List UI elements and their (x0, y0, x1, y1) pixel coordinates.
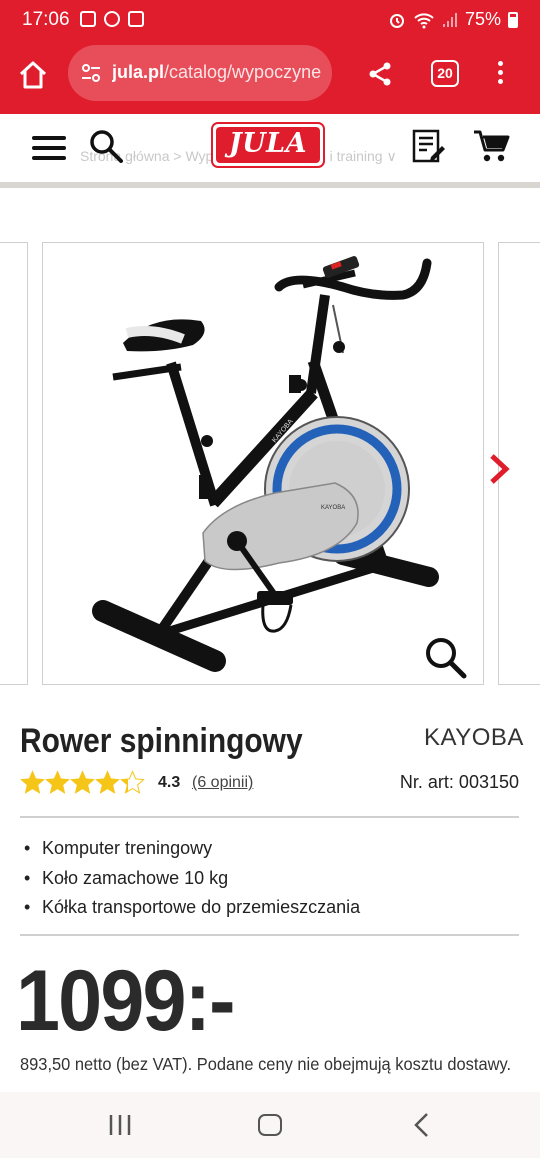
status-right: 75% (388, 9, 518, 30)
gallery-prev-frame[interactable] (0, 242, 28, 685)
star-full-icon (70, 770, 95, 794)
zoom-icon[interactable] (423, 635, 467, 679)
header-divider (0, 182, 540, 188)
star-full-icon (20, 770, 45, 794)
menu-icon[interactable] (32, 136, 66, 160)
feature-item: Koło zamachowe 10 kg (24, 864, 360, 894)
price-netto-note: 893,50 netto (bez VAT). Podane ceny nie … (20, 1054, 512, 1074)
alarm-icon (389, 13, 404, 28)
star-full-icon (45, 770, 70, 794)
tabs-icon[interactable]: 20 (431, 60, 459, 87)
wifi-icon (414, 12, 434, 28)
more-vert-icon[interactable] (490, 58, 510, 90)
status-time: 17:06 (22, 9, 70, 30)
back-icon[interactable] (412, 1112, 432, 1138)
star-full-icon (95, 770, 120, 794)
rating-value: 4.3 (158, 774, 181, 791)
logo-text: JULA (216, 127, 320, 163)
home-nav-icon[interactable] (258, 1114, 282, 1136)
product-title: Rower spinningowy (20, 722, 303, 760)
url-bar[interactable]: jula.pl/catalog/wypoczyne (68, 45, 332, 101)
price: 1099:- (16, 953, 236, 1049)
signal-icon (442, 12, 457, 27)
recent-apps-icon[interactable] (108, 1114, 132, 1136)
system-nav-bar (0, 1092, 540, 1158)
image-icon (128, 11, 144, 27)
guard-brand-text: KAYOBA (321, 505, 345, 511)
app-root: 17:06 75% jula.pl/catalog/wypoczyne 20 S… (0, 0, 540, 1158)
brand-logo[interactable]: KAYOBA (424, 724, 524, 752)
cart-icon[interactable] (472, 128, 510, 164)
browser-chrome: 17:06 75% jula.pl/catalog/wypoczyne 20 (0, 0, 540, 114)
battery-percent: 75% (464, 9, 501, 29)
url-host: jula.pl (112, 62, 165, 82)
share-icon[interactable] (366, 60, 394, 88)
product-gallery[interactable]: KAYOBA KAYOBA (0, 240, 540, 686)
jula-logo[interactable]: JULA (211, 122, 325, 168)
feature-item: Komputer treningowy (24, 834, 360, 864)
search-icon[interactable] (88, 128, 124, 164)
tune-icon[interactable] (80, 62, 102, 84)
home-icon[interactable] (16, 58, 50, 92)
feature-item: Kółka transportowe do przemieszczania (24, 893, 360, 923)
battery-icon (508, 11, 518, 28)
divider (20, 816, 519, 818)
url-text[interactable]: jula.pl/catalog/wypoczyne (112, 62, 327, 83)
status-bar: 17:06 75% (0, 0, 540, 40)
product-image[interactable]: KAYOBA KAYOBA (42, 242, 484, 685)
feature-list: Komputer treningowy Koło zamachowe 10 kg… (24, 834, 360, 923)
star-rating[interactable] (20, 770, 146, 796)
reviews-link[interactable]: (6 opinii) (192, 774, 253, 792)
site-header: Strona główna > Wypoczynek > Fitness i t… (0, 114, 540, 184)
chevron-right-icon[interactable] (486, 452, 512, 486)
spin-bike-illustration: KAYOBA KAYOBA (92, 256, 439, 672)
mail-icon (80, 11, 96, 27)
shopping-list-icon[interactable] (410, 128, 448, 166)
url-path: /catalog/wypoczyne (164, 62, 322, 82)
divider (20, 934, 519, 936)
z-app-icon (104, 11, 120, 27)
article-number: Nr. art: 003150 (399, 772, 519, 792)
star-partial-icon (120, 770, 145, 794)
